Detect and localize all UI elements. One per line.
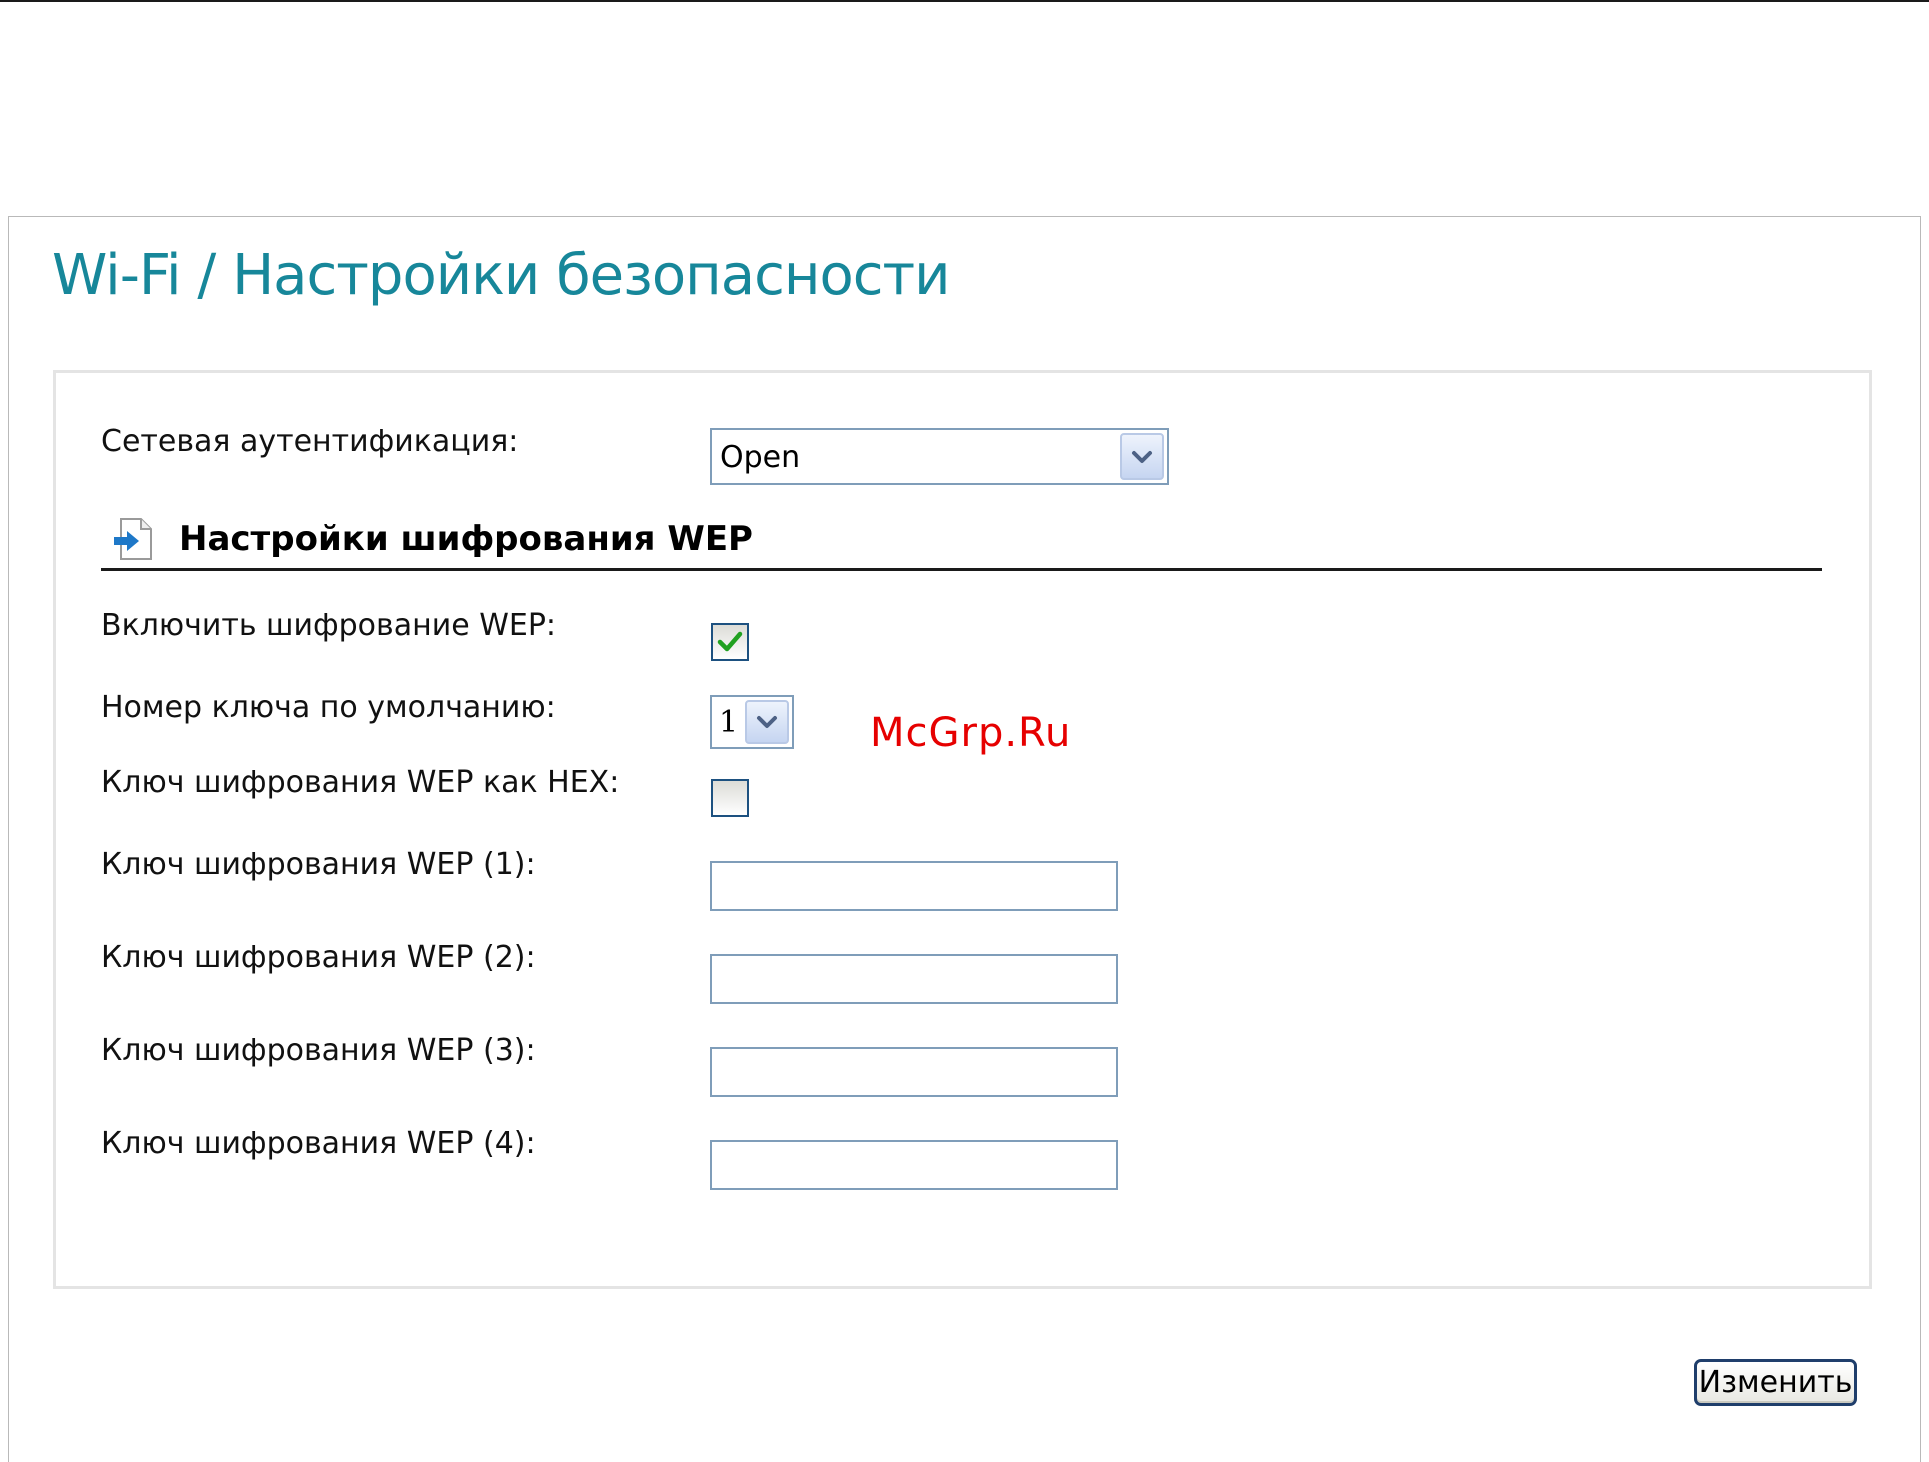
watermark: McGrp.Ru xyxy=(870,710,1072,756)
wep-key-2-input[interactable] xyxy=(710,954,1118,1004)
default-key-value: 1 xyxy=(719,705,739,740)
auth-select[interactable]: Open xyxy=(710,428,1169,485)
auth-label: Сетевая аутентификация: xyxy=(101,424,519,459)
wep-key-4-label: Ключ шифрования WEP (4): xyxy=(101,1126,536,1161)
wep-key-4-input[interactable] xyxy=(710,1140,1118,1190)
page-title: Wi-Fi / Настройки безопасности xyxy=(52,243,951,308)
default-key-select[interactable]: 1 xyxy=(710,695,794,749)
wep-key-2-label: Ключ шифрования WEP (2): xyxy=(101,940,536,975)
checkmark-icon xyxy=(717,631,743,652)
section-title: Настройки шифрования WEP xyxy=(179,519,753,559)
hex-checkbox[interactable] xyxy=(711,779,749,817)
wep-key-1-input[interactable] xyxy=(710,861,1118,911)
enable-wep-label: Включить шифрование WEP: xyxy=(101,608,557,643)
auth-select-value: Open xyxy=(720,440,801,475)
top-rule xyxy=(0,0,1929,2)
submit-button[interactable]: Изменить xyxy=(1694,1359,1857,1406)
document-arrow-icon xyxy=(113,517,153,561)
wep-key-3-input[interactable] xyxy=(710,1047,1118,1097)
chevron-down-icon[interactable] xyxy=(1120,433,1164,480)
chevron-down-icon[interactable] xyxy=(745,700,789,744)
hex-label: Ключ шифрования WEP как HEX: xyxy=(101,765,620,800)
wep-key-3-label: Ключ шифрования WEP (3): xyxy=(101,1033,536,1068)
wep-section-header: Настройки шифрования WEP xyxy=(101,513,1822,571)
enable-wep-checkbox[interactable] xyxy=(711,623,749,661)
wep-key-1-label: Ключ шифрования WEP (1): xyxy=(101,847,536,882)
default-key-label: Номер ключа по умолчанию: xyxy=(101,690,556,725)
